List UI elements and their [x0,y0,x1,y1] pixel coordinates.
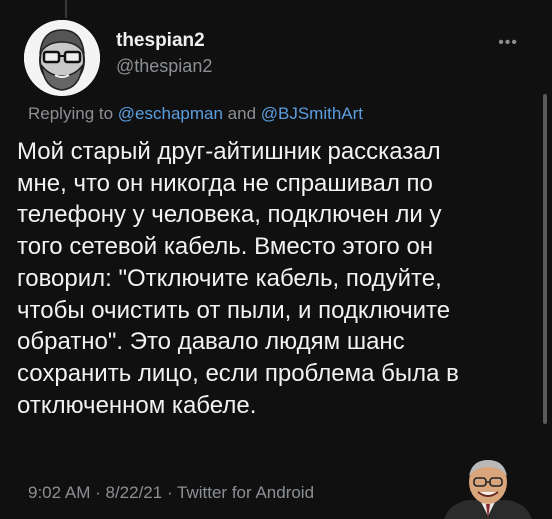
tweet-date[interactable]: 8/22/21 [105,483,162,502]
tweet-body-text: Мой старый друг-айтишник рассказал мне, … [17,138,459,419]
thread-connector-line [65,0,67,18]
vertical-scrollbar[interactable] [543,94,547,424]
author-handle[interactable]: @thespian2 [116,56,212,77]
replying-to-line: Replying to @eschapman and @BJSmithArt [28,104,363,124]
meta-separator: · [162,483,178,502]
author-display-name[interactable]: thespian2 [116,30,205,52]
more-options-icon[interactable]: ••• [498,34,518,52]
bearded-man-glasses-icon [24,20,100,96]
smiling-man-glasses-icon [444,460,532,519]
replying-to-conjunction: and [222,104,261,123]
tweet-time[interactable]: 9:02 AM [28,483,90,502]
mention-link-eschapman[interactable]: @eschapman [118,104,223,123]
smiling-man-sticker-image [440,458,536,519]
replying-to-prefix: Replying to [28,104,118,123]
meta-separator: · [90,483,106,502]
tweet-source-client[interactable]: Twitter for Android [177,483,314,502]
author-avatar[interactable] [24,20,100,96]
mention-link-bjsmithart[interactable]: @BJSmithArt [261,104,363,123]
tweet-metadata: 9:02 AM · 8/22/21 · Twitter for Android [28,483,314,503]
